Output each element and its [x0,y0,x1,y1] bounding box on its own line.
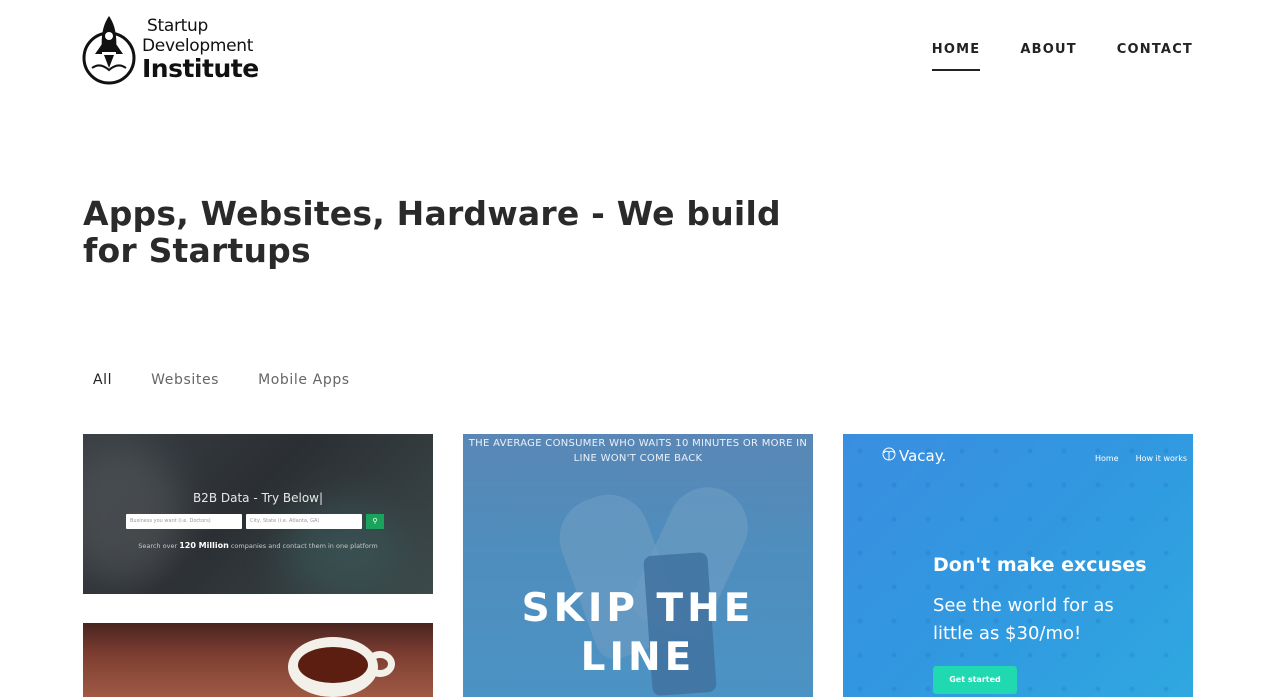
business-input: Business you want (i.e. Doctors) [126,514,242,529]
logo-text-institute: Institute [142,53,259,83]
card-subheadline: See the world for as little as $30/mo! [933,595,1114,644]
vacay-logo: Vacay. [899,447,947,465]
card-tagline: THE AVERAGE CONSUMER WHO WAITS 10 MINUTE… [468,438,808,464]
logo-text-development: Development [142,35,254,56]
hero-title: Apps, Websites, Hardware - We build for … [83,194,781,270]
filter-mobile-apps[interactable]: Mobile Apps [248,372,360,388]
portfolio-filters: All Websites Mobile Apps [83,372,379,388]
main-nav: HOME ABOUT CONTACT [931,42,1193,71]
card-search-form: Business you want (i.e. Doctors) City, S… [126,514,384,529]
card-headline-line1: SKIP THE [521,586,755,631]
palm-icon [882,447,896,461]
card-headline-line2: LINE [580,635,696,680]
filter-websites[interactable]: Websites [141,372,229,388]
site-logo[interactable]: Startup Development Institute [82,12,259,86]
portfolio-card-b2b-data[interactable]: B2B Data - Try Below| Business you want … [83,434,433,594]
card-headline: SKIP THE LINE [463,584,813,682]
get-started-button: Get started [933,666,1017,694]
vacay-nav-how-it-works: How it works [1135,454,1187,463]
vacay-nav: Home How it works [1095,454,1187,463]
city-input: City, State (i.e. Atlanta, GA) [246,514,362,529]
vacay-nav-home: Home [1094,454,1119,463]
card-subtitle-highlight: 120 Million [179,541,229,550]
filter-all[interactable]: All [83,372,122,388]
portfolio-card-coffee[interactable] [83,623,433,697]
nav-item-contact[interactable]: CONTACT [1117,42,1193,71]
nav-item-about[interactable]: ABOUT [1020,42,1076,71]
card-subtitle: Search over 120 Million companies and co… [83,541,433,550]
portfolio-card-vacay[interactable]: Vacay. Home How it works Don't make excu… [843,434,1193,697]
search-icon: ⚲ [366,514,384,529]
site-header: Startup Development Institute HOME ABOUT… [0,0,1277,100]
card-subtitle-suffix: companies and contact them in one platfo… [228,542,378,550]
coffee-image [298,647,368,683]
card-title: B2B Data - Try Below| [192,491,324,505]
nav-item-home[interactable]: HOME [931,42,981,71]
rocket-icon [82,16,136,85]
card-headline: Don't make excuses [933,554,1147,576]
portfolio-card-skip-the-line[interactable]: THE AVERAGE CONSUMER WHO WAITS 10 MINUTE… [463,434,813,697]
logo-text-startup: Startup [147,15,208,36]
card-subtitle-prefix: Search over [138,542,180,550]
